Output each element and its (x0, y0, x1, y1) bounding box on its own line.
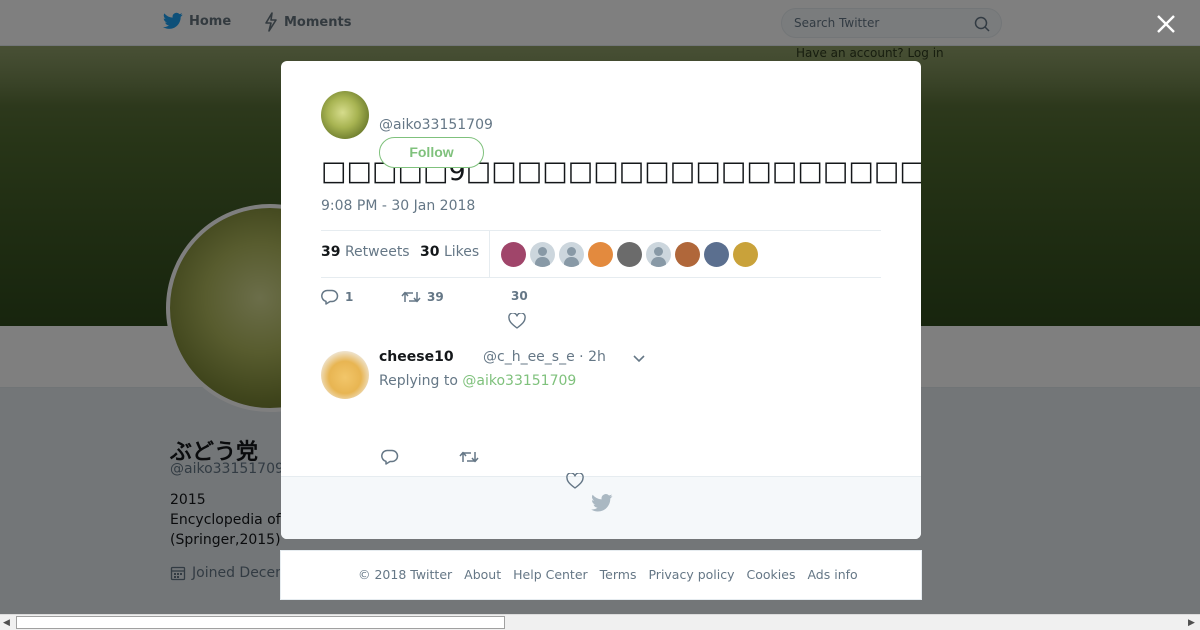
replying-mention[interactable]: @aiko33151709 (462, 373, 576, 389)
tweet-author-handle[interactable]: @aiko33151709 (379, 117, 493, 133)
liker-avatar[interactable] (675, 242, 700, 267)
twitter-bird-icon (591, 494, 613, 512)
footer-link-ads-info[interactable]: Ads info (807, 567, 857, 582)
retweet-count: 39 (427, 290, 444, 304)
replying-to: Replying to @aiko33151709 (379, 373, 576, 389)
retweet-icon (401, 291, 421, 303)
reply-author-avatar[interactable] (321, 351, 369, 399)
tweet-timestamp[interactable]: 9:08 PM - 30 Jan 2018 (321, 198, 475, 214)
replying-prefix: Replying to (379, 373, 458, 389)
reply-action[interactable]: 1 (321, 289, 353, 305)
retweet-action[interactable]: 39 (401, 289, 444, 305)
footer-link-help-center[interactable]: Help Center (513, 567, 588, 582)
retweet-icon (459, 451, 479, 463)
stats-divider (489, 231, 490, 277)
close-icon[interactable] (1155, 13, 1177, 35)
retweets-label: Retweets (344, 244, 410, 260)
reply-author-handle[interactable]: @c_h_ee_s_e · 2h (483, 349, 606, 365)
retweets-stat[interactable]: 39 Retweets (321, 244, 410, 260)
heart-icon (566, 473, 584, 489)
scroll-left-arrow-icon[interactable]: ◀ (3, 618, 10, 628)
footer-link-privacy-policy[interactable]: Privacy policy (648, 567, 734, 582)
reply-retweet-action[interactable] (459, 449, 485, 465)
liker-avatar[interactable] (646, 242, 671, 267)
site-footer: © 2018 Twitter About Help Center Terms P… (280, 550, 922, 600)
footer-link-cookies[interactable]: Cookies (747, 567, 796, 582)
horizontal-scrollbar[interactable]: ◀ ▶ (0, 614, 1200, 630)
likes-count: 30 (420, 244, 440, 260)
liker-avatar[interactable] (704, 242, 729, 267)
scrollbar-thumb[interactable] (16, 616, 505, 629)
modal-footer (281, 476, 921, 539)
like-count: 30 (511, 289, 528, 303)
retweets-count: 39 (321, 244, 341, 260)
follow-button[interactable]: Follow (379, 137, 484, 168)
reply-like-action[interactable] (566, 473, 590, 489)
liker-avatar[interactable] (530, 242, 555, 267)
liker-avatar[interactable] (588, 242, 613, 267)
likes-stat[interactable]: 30 Likes (420, 244, 479, 260)
liker-avatar[interactable] (617, 242, 642, 267)
reply-icon (321, 289, 339, 305)
reply-reply-action[interactable] (381, 449, 405, 465)
liker-avatar[interactable] (501, 242, 526, 267)
heart-icon (508, 313, 526, 329)
scroll-right-arrow-icon[interactable]: ▶ (1188, 618, 1195, 628)
footer-copyright: © 2018 Twitter (358, 567, 453, 582)
like-count-label: 30 (511, 289, 528, 303)
reply-handle-text: @c_h_ee_s_e (483, 349, 575, 365)
reply-count: 1 (345, 290, 354, 304)
reply-time[interactable]: · 2h (579, 349, 606, 365)
liker-avatar[interactable] (559, 242, 584, 267)
footer-link-terms[interactable]: Terms (600, 567, 637, 582)
footer-link-about[interactable]: About (464, 567, 501, 582)
tweet-author-avatar[interactable] (321, 91, 369, 139)
tweet-modal: @aiko33151709 □□□□□9□□□□□□□□□□□□□□□□□□□□… (281, 61, 921, 539)
likes-label: Likes (443, 244, 480, 260)
tweet-stats: 39 Retweets 30 Likes (321, 230, 881, 278)
reply-icon (381, 449, 399, 465)
chevron-down-icon[interactable] (632, 354, 646, 364)
liker-avatar[interactable] (733, 242, 758, 267)
like-action[interactable] (508, 313, 532, 329)
reply-author-name[interactable]: cheese10 (379, 349, 454, 365)
liker-avatars (501, 242, 762, 267)
